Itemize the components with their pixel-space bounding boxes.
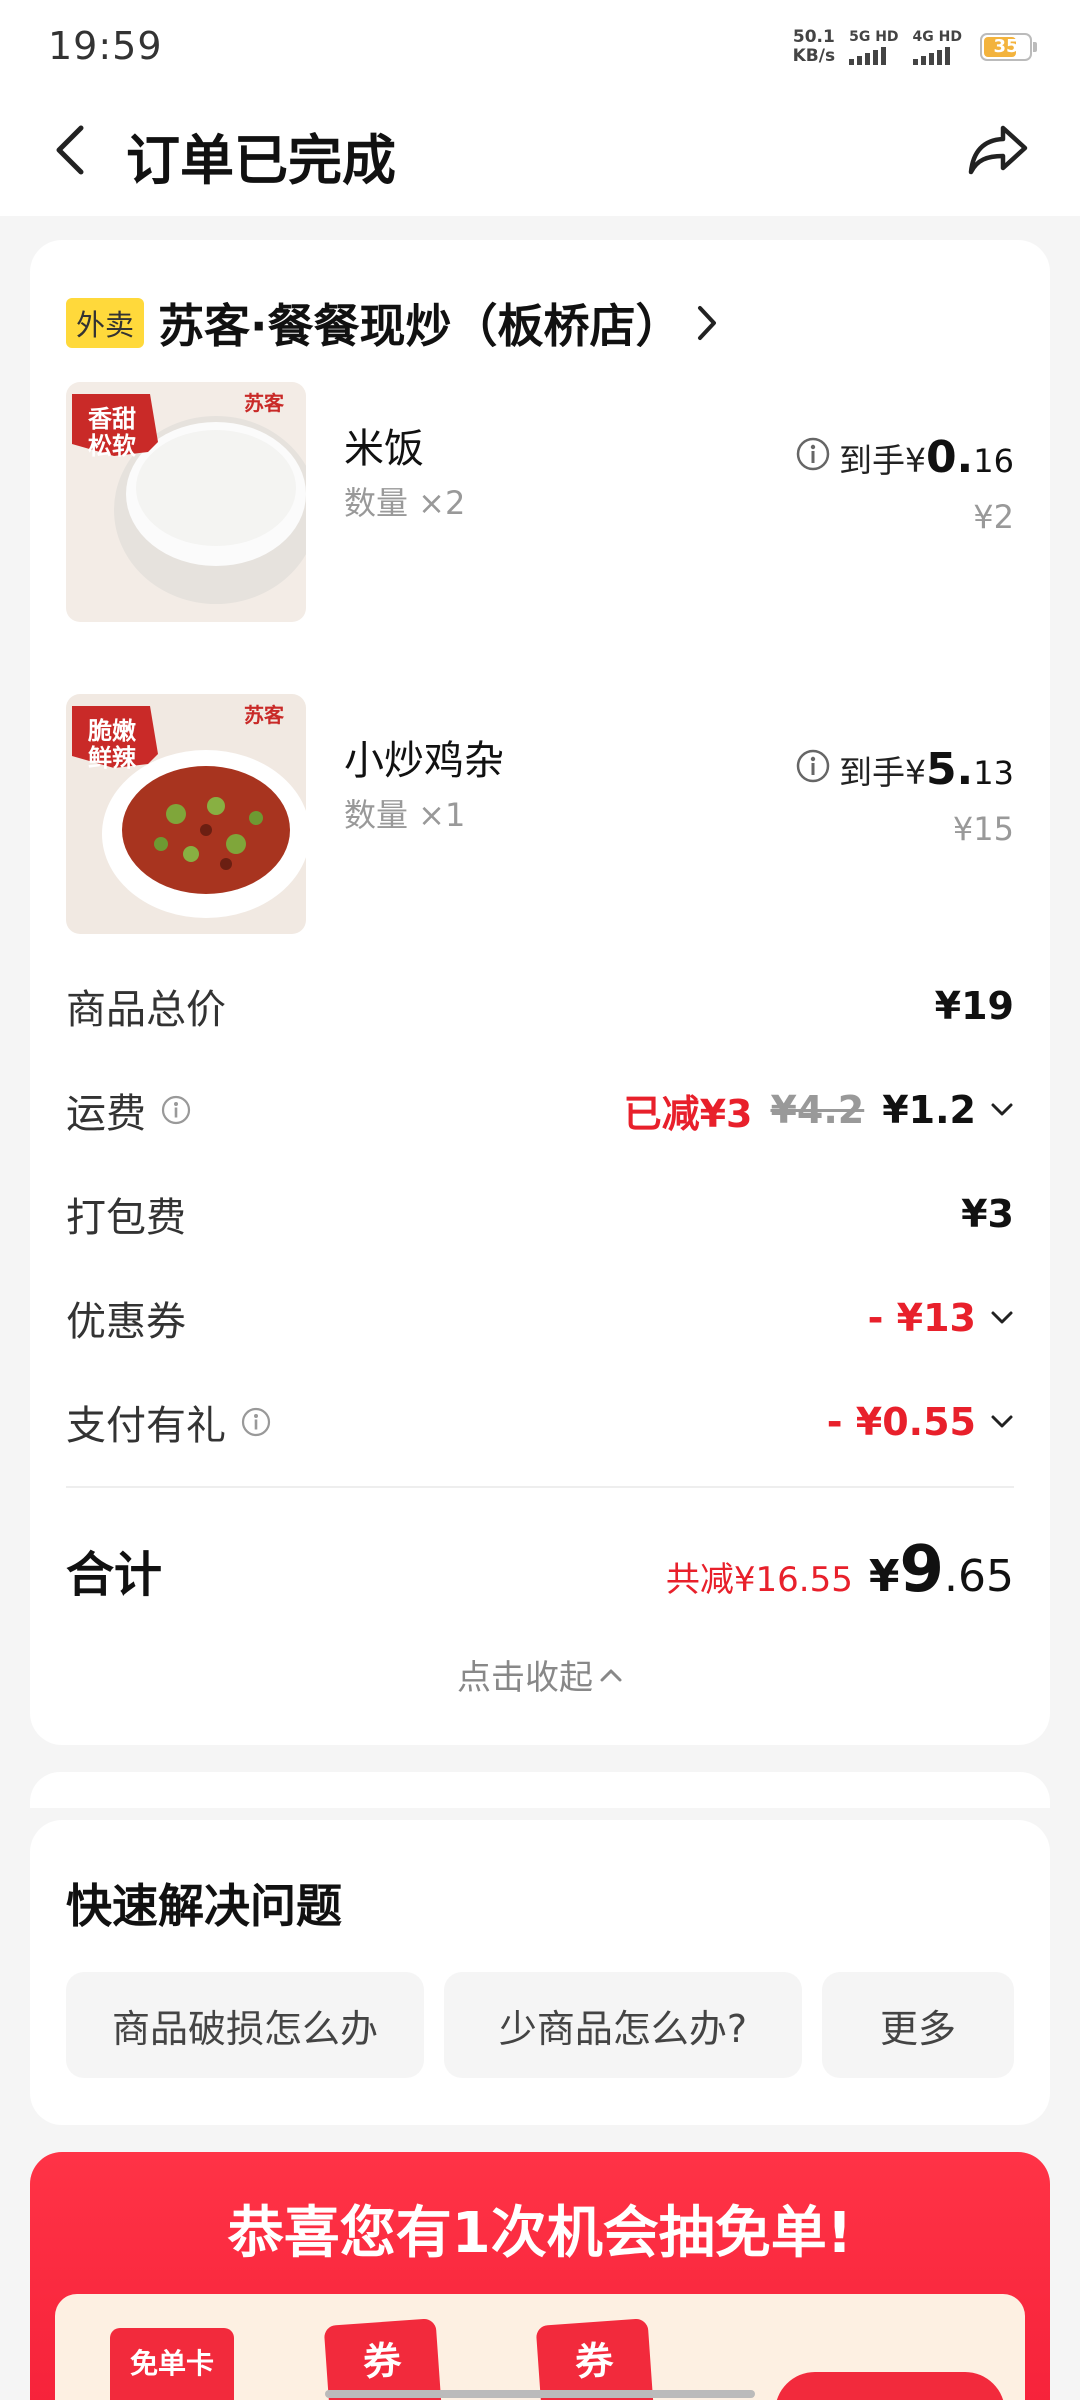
promo-title: 恭喜您有1次机会抽免单! [227, 2201, 853, 2266]
total-row: 合计 共减¥16.55 ¥9.65 [66, 1533, 1014, 1607]
info-icon[interactable] [240, 1406, 272, 1438]
item-badge-line1: 香甜 [88, 405, 136, 433]
info-icon[interactable] [795, 436, 831, 472]
signal-4g-icon: 4G HD [912, 29, 962, 65]
coupon-value: - ¥13 [867, 1296, 976, 1340]
delivery-tag: 外卖 [66, 298, 145, 348]
packing-fee-row: 打包费 ¥3 [66, 1192, 1014, 1241]
draw-button[interactable] [775, 2372, 1005, 2400]
pay-gift-value: - ¥0.55 [826, 1400, 976, 1444]
delivery-original: ¥4.2 [770, 1088, 865, 1132]
order-card: 外卖 苏客·餐餐现炒（板桥店） 香甜 松软 苏客 米饭 数量 ×2 到手¥ 0.… [30, 240, 1050, 1745]
chevron-down-icon [991, 1311, 1013, 1324]
order-item[interactable]: 脆嫩 鲜辣 苏客 小炒鸡杂 数量 ×1 到手¥ 5. 13 ¥15 [66, 694, 1014, 934]
network-speed: 50.1 KB/s [792, 27, 836, 66]
coupon-ticket: 券 [323, 2318, 443, 2400]
info-icon[interactable] [160, 1094, 192, 1126]
status-icons: 50.1 KB/s 5G HD 4G HD 35 [792, 27, 1037, 66]
delivery-discount: 已减¥3 [623, 1091, 753, 1136]
back-button[interactable] [40, 120, 100, 180]
order-item[interactable]: 香甜 松软 苏客 米饭 数量 ×2 到手¥ 0. 16 ¥2 [66, 382, 1014, 622]
store-name: 苏客·餐餐现炒（板桥店） [158, 299, 682, 353]
divider [66, 1486, 1014, 1488]
chip-damaged-goods[interactable]: 商品破损怎么办 [66, 1972, 424, 2078]
chevron-down-icon [991, 1415, 1013, 1428]
quick-solve-title: 快速解决问题 [66, 1879, 342, 1933]
signal-5g-icon: 5G HD [849, 29, 899, 65]
item-price: 到手¥ 0. 16 [795, 432, 1014, 483]
item-badge-line2: 鲜辣 [88, 744, 137, 772]
pay-gift-row[interactable]: 支付有礼 - ¥0.55 [66, 1392, 1014, 1452]
item-image-rice: 香甜 松软 苏客 [66, 382, 306, 622]
delivery-value: ¥1.2 [882, 1088, 976, 1132]
item-quantity: 数量 ×2 [344, 484, 466, 522]
share-button[interactable] [966, 118, 1030, 182]
coupon-row[interactable]: 优惠券 - ¥13 [66, 1288, 1014, 1348]
chevron-up-icon [600, 1669, 622, 1681]
total-amount: ¥9.65 [868, 1533, 1014, 1607]
nav-bar: 订单已完成 [0, 100, 1080, 216]
share-icon [968, 125, 1028, 175]
total-saved: 共减¥16.55 [665, 1560, 853, 1600]
chip-more[interactable]: 更多 [822, 1972, 1014, 2078]
quick-solve-card: 快速解决问题 商品破损怎么办 少商品怎么办? 更多 [30, 1820, 1050, 2125]
battery-icon: 35 [980, 33, 1037, 61]
item-badge-line1: 脆嫩 [87, 717, 137, 745]
free-order-card: 免单卡 [110, 2328, 234, 2400]
item-name: 小炒鸡杂 [344, 738, 504, 784]
chevron-down-icon [991, 1103, 1013, 1116]
goods-total-row: 商品总价 ¥19 [66, 984, 1014, 1033]
status-bar: 19:59 50.1 KB/s 5G HD 4G HD 35 [0, 0, 1080, 100]
coupon-ticket: 券 [535, 2318, 655, 2400]
item-quantity: 数量 ×1 [344, 796, 466, 834]
free-order-banner[interactable]: 恭喜您有1次机会抽免单! 免单卡 券 券 [30, 2152, 1050, 2400]
item-name: 米饭 [344, 426, 424, 472]
brand-logo-text: 苏客 [244, 703, 285, 727]
item-original-price: ¥15 [952, 810, 1014, 848]
item-price: 到手¥ 5. 13 [795, 744, 1014, 795]
chevron-right-icon [697, 306, 716, 340]
page-title: 订单已完成 [126, 129, 396, 192]
promo-inner-panel: 免单卡 券 券 [55, 2294, 1025, 2400]
brand-logo-text: 苏客 [244, 391, 285, 415]
status-time: 19:59 [48, 24, 163, 68]
item-badge-line2: 松软 [88, 432, 136, 460]
item-original-price: ¥2 [973, 498, 1014, 536]
collapse-button[interactable]: 点击收起 [30, 1650, 1050, 1699]
info-icon[interactable] [795, 748, 831, 784]
chevron-left-icon [56, 125, 84, 175]
collapsed-card [30, 1772, 1050, 1808]
chip-missing-goods[interactable]: 少商品怎么办? [444, 1972, 802, 2078]
item-image-chicken: 脆嫩 鲜辣 苏客 [66, 694, 306, 934]
home-indicator[interactable] [325, 2390, 755, 2398]
delivery-fee-row[interactable]: 运费 已减¥3 ¥4.2 ¥1.2 [66, 1080, 1014, 1140]
store-link[interactable]: 外卖 苏客·餐餐现炒（板桥店） [66, 290, 718, 356]
